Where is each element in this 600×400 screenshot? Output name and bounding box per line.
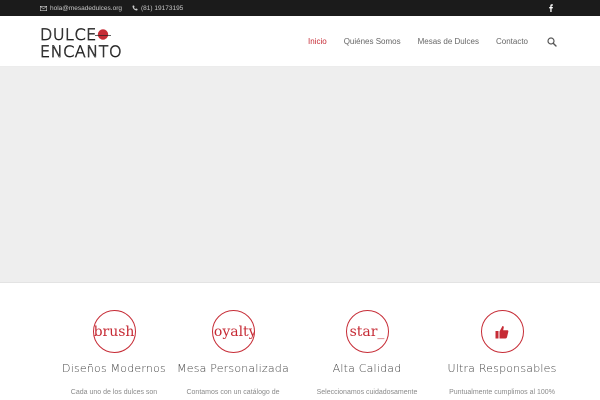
contact-info: hola@mesadedulces.org (81) 19173195	[40, 0, 193, 16]
nav-item-quienes-somos[interactable]: Quiénes Somos	[344, 37, 401, 46]
phone-icon	[132, 5, 138, 11]
phone-link[interactable]: (81) 19173195	[132, 5, 183, 12]
brush-icon: brush	[92, 310, 136, 353]
facebook-link[interactable]	[546, 2, 556, 14]
main-nav: Inicio Quiénes Somos Mesas de Dulces Con…	[308, 16, 557, 67]
thumbs-up-glyph	[495, 325, 509, 338]
feature-title: Mesa Personalizada	[177, 362, 289, 375]
site-logo[interactable]: DULCE ENCANTO	[40, 25, 152, 62]
feature-desc: Seleccionamos cuidadosamente	[316, 389, 418, 396]
nav-item-inicio[interactable]: Inicio	[308, 37, 327, 46]
search-icon[interactable]	[547, 36, 557, 47]
feature-icon-text: star_	[349, 323, 385, 340]
email-text: hola@mesadedulces.org	[50, 4, 123, 12]
thumbs-up-icon	[480, 310, 524, 353]
feature-ultra-responsables: Ultra Responsables Puntualmente cumplimo…	[432, 310, 572, 396]
logo-line2: ENCANTO	[40, 42, 122, 59]
envelope-icon	[40, 5, 47, 11]
top-bar: hola@mesadedulces.org (81) 19173195	[0, 0, 600, 16]
feature-desc: Puntualmente cumplimos al 100%	[449, 389, 555, 396]
loyalty-icon: loyalty	[211, 310, 255, 353]
feature-title: Alta Calidad	[332, 362, 402, 375]
feature-title: Ultra Responsables	[447, 362, 557, 375]
feature-desc: Contamos con un catálogo de	[186, 389, 280, 396]
star-icon: star_	[345, 310, 389, 353]
nav-item-mesas-de-dulces[interactable]: Mesas de Dulces	[418, 37, 479, 46]
features-section: brush Diseños Modernos Cada uno de los d…	[0, 284, 600, 400]
nav-item-contacto[interactable]: Contacto	[496, 37, 528, 46]
logo-graphic: DULCE ENCANTO	[40, 25, 122, 62]
feature-alta-calidad: star_ Alta Calidad Seleccionamos cuidado…	[297, 310, 437, 396]
feature-icon-text: loyalty	[211, 323, 255, 340]
hero-slider	[0, 67, 600, 283]
site-header: DULCE ENCANTO Inicio Quiénes Somos Mesas…	[0, 16, 600, 67]
feature-icon-text: brush	[93, 323, 135, 340]
email-link[interactable]: hola@mesadedulces.org	[40, 5, 122, 12]
phone-text: (81) 19173195	[141, 4, 184, 12]
facebook-icon	[549, 4, 553, 12]
feature-mesa-personalizada: loyalty Mesa Personalizada Contamos con …	[163, 310, 303, 396]
